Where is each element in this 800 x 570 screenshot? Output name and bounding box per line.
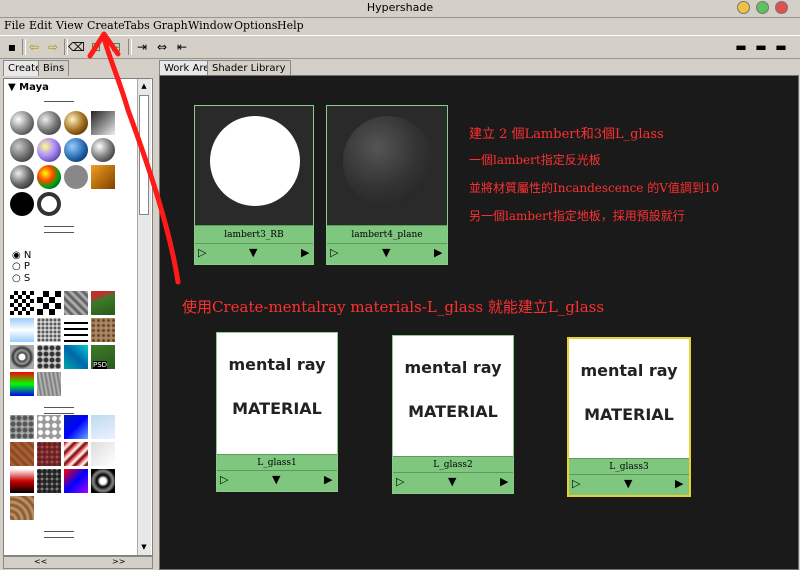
red-arrow-icon bbox=[87, 31, 181, 285]
